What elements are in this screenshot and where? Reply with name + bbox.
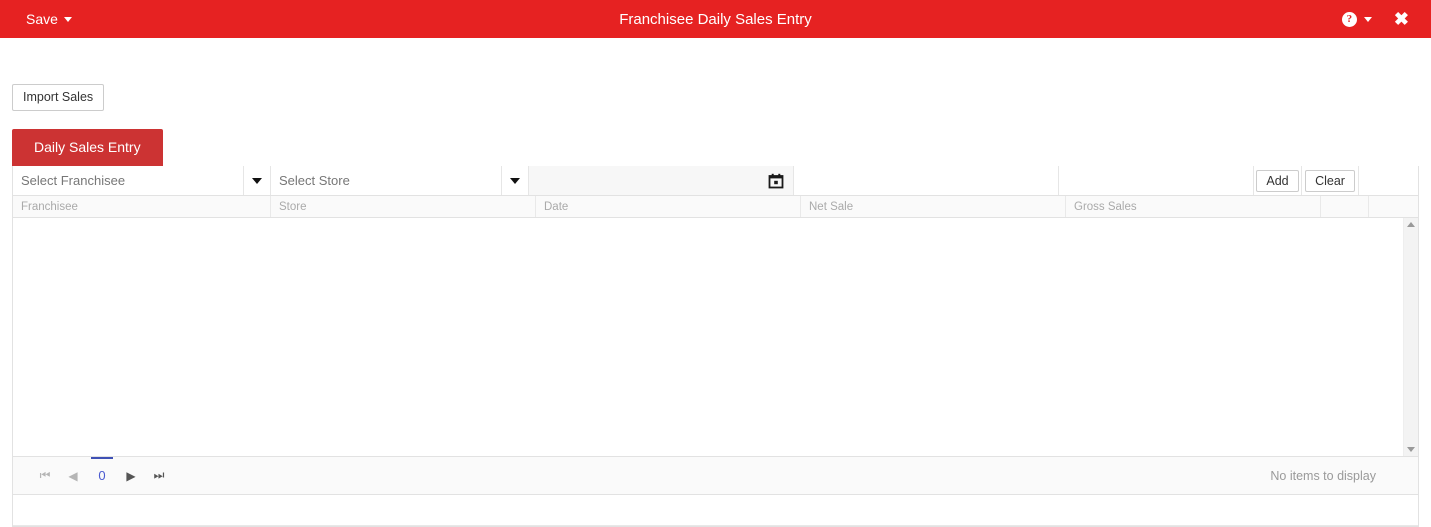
clear-button[interactable]: Clear (1305, 169, 1355, 192)
chevron-down-icon (63, 16, 72, 22)
header-actions: ? ✖ (1341, 10, 1409, 28)
franchisee-select-cell: Select Franchisee (13, 166, 271, 195)
tab-strip: Daily Sales Entry (12, 129, 1419, 166)
pager-empty-message: No items to display (1270, 468, 1376, 483)
pager-next-icon[interactable]: ▶ (117, 469, 145, 483)
add-button[interactable]: Add (1256, 169, 1299, 192)
scroll-down-icon[interactable] (1404, 447, 1418, 452)
column-header-franchisee[interactable]: Franchisee (13, 196, 271, 217)
store-select[interactable]: Select Store (271, 166, 528, 195)
franchisee-select-value: Select Franchisee (21, 173, 126, 188)
net-sale-input[interactable] (794, 166, 1058, 195)
pager-first-icon[interactable]: ⏮ (31, 468, 59, 483)
help-menu-button[interactable]: ? (1341, 11, 1372, 27)
calendar-icon (768, 173, 784, 188)
grid-header-row: Franchisee Store Date Net Sale Gross Sal… (13, 196, 1418, 218)
add-button-cell: Add (1254, 166, 1302, 195)
save-menu-button[interactable]: Save (26, 11, 72, 27)
daily-sales-grid: Select Franchisee Select Store Add Clear… (12, 166, 1419, 527)
page-content: Import Sales Daily Sales Entry Select Fr… (0, 38, 1431, 527)
pager-prev-icon[interactable]: ◀ (59, 469, 87, 483)
gross-sales-input-cell (1059, 166, 1254, 195)
store-select-arrow[interactable] (501, 166, 528, 195)
column-header-store[interactable]: Store (271, 196, 536, 217)
column-header-net-sale[interactable]: Net Sale (801, 196, 1066, 217)
page-title: Franchisee Daily Sales Entry (619, 10, 812, 28)
column-header-date[interactable]: Date (536, 196, 801, 217)
grid-body (13, 218, 1418, 457)
grid-pager: ⏮ ◀ 0 ▶ ⏭ No items to display (13, 457, 1418, 495)
toolbar: Import Sales (12, 38, 1419, 111)
save-label: Save (26, 11, 58, 27)
net-sale-input-cell (794, 166, 1059, 195)
form-row-spacer (1359, 166, 1415, 195)
chevron-down-icon (510, 177, 520, 184)
clear-button-cell: Clear (1302, 166, 1359, 195)
import-sales-button[interactable]: Import Sales (12, 84, 105, 111)
pager-last-icon[interactable]: ⏭ (145, 468, 173, 483)
tab-daily-sales-entry[interactable]: Daily Sales Entry (12, 129, 163, 166)
franchisee-select-arrow[interactable] (243, 166, 270, 195)
chevron-down-icon (1363, 16, 1372, 22)
chevron-down-icon (252, 177, 262, 184)
app-header-bar: Save Franchisee Daily Sales Entry ? ✖ (0, 0, 1431, 38)
date-picker[interactable] (529, 166, 793, 195)
help-icon: ? (1341, 11, 1357, 27)
column-header-edit[interactable] (1321, 196, 1369, 217)
close-icon[interactable]: ✖ (1394, 10, 1409, 28)
grid-footer-strip (13, 495, 1418, 526)
column-header-gross-sales[interactable]: Gross Sales (1066, 196, 1321, 217)
franchisee-select[interactable]: Select Franchisee (13, 166, 270, 195)
column-header-delete[interactable] (1369, 196, 1418, 217)
store-select-cell: Select Store (271, 166, 529, 195)
date-field-cell (529, 166, 794, 195)
scroll-up-icon[interactable] (1404, 222, 1418, 227)
pager-page-0[interactable]: 0 (87, 457, 117, 494)
entry-form-row: Select Franchisee Select Store Add Clear (13, 166, 1418, 196)
grid-vertical-scrollbar[interactable] (1403, 218, 1418, 456)
store-select-value: Select Store (279, 173, 350, 188)
gross-sales-input[interactable] (1059, 166, 1253, 195)
